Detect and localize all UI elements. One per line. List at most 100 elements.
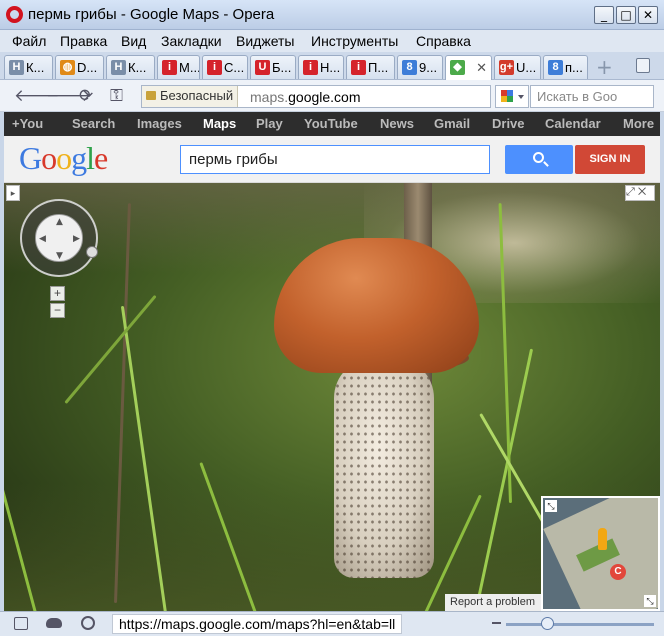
tab[interactable]: H К... — [4, 55, 53, 79]
menu-bookmarks[interactable]: Закладки — [161, 33, 222, 49]
tab[interactable]: U Б... — [250, 55, 296, 79]
sign-in-button[interactable]: SIGN IN — [575, 145, 645, 174]
url-domain: google.com — [288, 89, 361, 105]
zoom-out-button[interactable]: − — [50, 303, 65, 318]
gbar-youtube[interactable]: YouTube — [304, 116, 358, 131]
tab[interactable]: H К... — [106, 55, 155, 79]
gbar-drive[interactable]: Drive — [492, 116, 525, 131]
maps-favicon-icon: ◆ — [450, 60, 465, 75]
pegman-icon[interactable] — [598, 528, 607, 550]
tab[interactable]: i М... — [157, 55, 200, 79]
close-tab-icon[interactable]: ✕ — [476, 60, 487, 76]
tab-bar: H К... ◍ D... H К... i М... i С... U Б..… — [0, 52, 664, 80]
url-prefix: maps. — [250, 89, 289, 105]
pan-right-icon[interactable]: ▶ — [73, 234, 80, 244]
gbar-search[interactable]: Search — [72, 116, 115, 131]
report-problem-link[interactable]: Report a problem — [445, 594, 541, 611]
pan-up-icon[interactable]: ▲ — [56, 217, 63, 227]
tab-favicon-icon: ◍ — [60, 60, 75, 75]
trash-icon[interactable] — [636, 58, 650, 73]
page-zoom-slider[interactable] — [506, 623, 654, 626]
zoom-minus-icon[interactable] — [492, 622, 501, 624]
minimap-expand-icon[interactable]: ⤡ — [545, 500, 557, 512]
turbo-gauge-icon[interactable] — [81, 616, 95, 630]
tab-label: U... — [516, 60, 537, 75]
gbar-gmail[interactable]: Gmail — [434, 116, 470, 131]
panel-toggle-icon[interactable] — [14, 617, 28, 630]
location-marker-icon[interactable]: C — [610, 564, 626, 580]
menu-edit[interactable]: Правка — [60, 33, 107, 49]
tab-label: К... — [128, 60, 147, 75]
tab-favicon-icon: i — [207, 60, 222, 75]
tab[interactable]: 8 п... — [543, 55, 588, 79]
opera-logo-icon — [6, 6, 23, 23]
tab-favicon-icon: i — [351, 60, 366, 75]
gbar-news[interactable]: News — [380, 116, 414, 131]
logo-letter: g — [71, 140, 87, 176]
url-text[interactable]: maps.google.com — [250, 89, 361, 105]
pan-control[interactable]: ▲ ▼ ◀ ▶ — [20, 199, 98, 277]
search-engine-selector[interactable] — [495, 85, 529, 108]
tab[interactable]: ◍ D... — [55, 55, 104, 79]
menu-file[interactable]: Файл — [12, 33, 46, 49]
tab-favicon-icon: H — [9, 60, 24, 75]
collapse-panel-button[interactable]: ▸ — [6, 185, 20, 201]
tab-label: Б... — [272, 60, 292, 75]
tab[interactable]: i С... — [202, 55, 248, 79]
tab-label: М... — [179, 60, 200, 75]
tab[interactable]: i Н... — [298, 55, 344, 79]
navigation-bar: 🡐 🡒 ⟳ ⚿ Безопасный maps.google.com Искат… — [0, 80, 664, 112]
google-logo[interactable]: Google — [19, 140, 108, 177]
fullscreen-close-controls[interactable]: ⤢ ✕ — [625, 185, 655, 201]
grass-blade — [64, 294, 157, 404]
address-bar[interactable]: Безопасный maps.google.com — [141, 85, 491, 108]
maps-search-input[interactable]: пермь грибы — [180, 145, 490, 174]
search-icon — [533, 152, 544, 163]
tab[interactable]: 8 9... — [397, 55, 443, 79]
secure-badge[interactable]: Безопасный — [142, 86, 239, 107]
minimap[interactable]: C ⤡ ⤡ — [541, 496, 660, 611]
logo-letter: G — [19, 140, 42, 176]
logo-letter: l — [86, 140, 95, 176]
tab[interactable]: g+ U... — [494, 55, 541, 79]
menu-tools[interactable]: Инструменты — [311, 33, 398, 49]
new-tab-button[interactable]: + — [596, 55, 613, 79]
maximize-button[interactable]: □ — [616, 6, 636, 24]
pan-left-icon[interactable]: ◀ — [39, 234, 46, 244]
tab-label: п... — [565, 60, 583, 75]
gbar-play[interactable]: Play — [256, 116, 283, 131]
window-title: пермь грибы - Google Maps - Opera — [28, 6, 275, 23]
menu-help[interactable]: Справка — [416, 33, 471, 49]
gbar-images[interactable]: Images — [137, 116, 182, 131]
tab[interactable]: i П... — [346, 55, 395, 79]
title-bar: пермь грибы - Google Maps - Opera _ □ ✕ — [0, 0, 664, 30]
unite-cloud-icon[interactable] — [46, 618, 62, 628]
tab-label: П... — [368, 60, 389, 75]
page-zoom-thumb[interactable] — [541, 617, 554, 630]
tab-label: Н... — [320, 60, 341, 75]
tab-favicon-icon: H — [111, 60, 126, 75]
close-window-button[interactable]: ✕ — [638, 6, 658, 24]
street-view[interactable]: ▸ ⤢ ✕ ▲ ▼ ◀ ▶ + − Report a problem C ⤡ ⤡ — [4, 183, 660, 611]
zoom-in-button[interactable]: + — [50, 286, 65, 301]
tab-favicon-icon: 8 — [402, 60, 417, 75]
minimize-button[interactable]: _ — [594, 6, 614, 24]
mushroom-cap — [274, 238, 479, 373]
status-bar: https://maps.google.com/maps?hl=en&tab=l… — [0, 611, 664, 636]
search-placeholder: Искать в Goo — [537, 89, 618, 104]
gbar-more[interactable]: More — [623, 116, 654, 131]
key-icon[interactable]: ⚿ — [110, 86, 123, 106]
gbar-calendar[interactable]: Calendar — [545, 116, 601, 131]
status-url: https://maps.google.com/maps?hl=en&tab=l… — [112, 614, 402, 634]
pan-down-icon[interactable]: ▼ — [56, 251, 63, 261]
search-button[interactable] — [505, 145, 573, 174]
minimap-resize-icon[interactable]: ⤡ — [644, 595, 656, 607]
menu-view[interactable]: Вид — [121, 33, 146, 49]
browser-search-input[interactable]: Искать в Goo — [530, 85, 654, 108]
menu-widgets[interactable]: Виджеты — [236, 33, 295, 49]
compass-icon[interactable] — [86, 246, 98, 258]
reload-icon[interactable]: ⟳ — [79, 86, 93, 106]
tab-active[interactable]: ◆ ✕ — [445, 55, 492, 80]
gbar-you[interactable]: +You — [12, 116, 43, 131]
gbar-maps[interactable]: Maps — [203, 116, 236, 131]
